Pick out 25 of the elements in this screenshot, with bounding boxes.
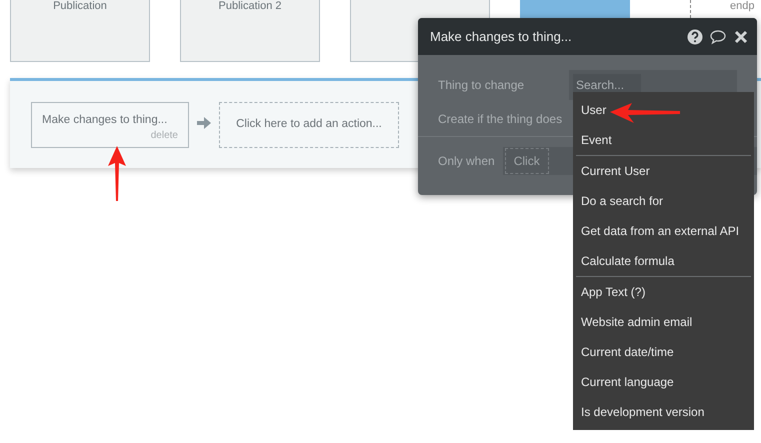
menu-item[interactable]: Get data from an external API — [573, 216, 754, 246]
menu-item[interactable]: Current date/time — [573, 337, 754, 367]
card-label: Publication — [53, 0, 107, 12]
field-label: Only when — [438, 153, 495, 170]
help-icon[interactable] — [687, 28, 703, 44]
menu-item[interactable]: App Text (?) — [573, 277, 754, 307]
canvas-label: endp — [730, 0, 754, 12]
menu-item[interactable]: Calculate formula — [573, 246, 754, 276]
add-action-box[interactable]: Click here to add an action... — [219, 102, 399, 148]
annotation-arrow — [610, 103, 680, 123]
annotation-arrow — [108, 146, 126, 201]
action-box[interactable]: Make changes to thing... delete — [31, 102, 189, 148]
checkbox-label: Create if the thing does — [438, 111, 562, 128]
menu-item[interactable]: Is development version — [573, 397, 754, 427]
comment-icon[interactable] — [710, 28, 726, 44]
menu-item[interactable]: Do a search for — [573, 186, 754, 216]
arrow-right-icon — [197, 116, 211, 130]
card-label: Publication 2 — [218, 0, 282, 12]
popup-title: Make changes to thing... — [430, 28, 573, 46]
close-icon[interactable] — [733, 28, 749, 44]
menu-item[interactable]: Current User — [573, 156, 754, 186]
field-label: Thing to change — [438, 77, 526, 94]
menu-item[interactable]: Website admin email — [573, 307, 754, 337]
menu-item[interactable]: Current language — [573, 367, 754, 397]
menu-item[interactable]: Event — [573, 125, 754, 155]
